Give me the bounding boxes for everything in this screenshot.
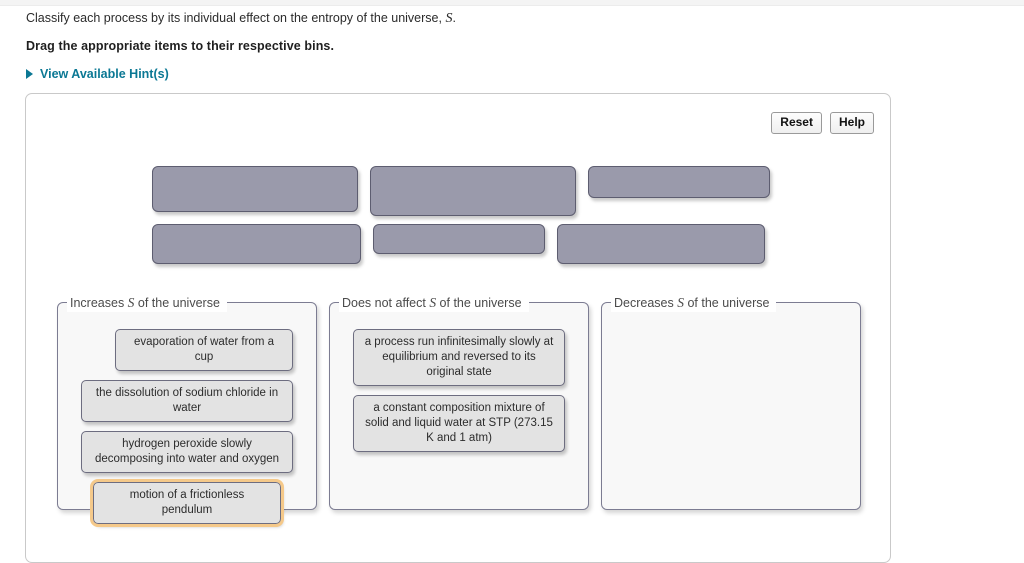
panel-toolbar: Reset Help [771, 112, 874, 134]
drop-bin-1[interactable]: Increases S of the universe evaporation o… [57, 294, 317, 527]
source-row-1 [152, 166, 872, 216]
top-divider-strip [0, 0, 1024, 6]
draggable-item[interactable]: motion of a frictionless pendulum [90, 479, 284, 527]
draggable-item[interactable]: evaporation of water from a cup [115, 329, 293, 371]
bin-label-entropy-symbol: S [677, 295, 684, 310]
drop-bin-3-label: Decreases S of the universe [611, 294, 777, 312]
source-placeholder-1-2[interactable] [370, 166, 576, 216]
drop-bin-1-label: Increases S of the universe [67, 294, 227, 312]
answer-panel: Reset Help Increases S of the universe ev… [25, 93, 891, 563]
source-item-zone [152, 166, 872, 264]
bin-label-suffix: of the universe [134, 296, 220, 310]
source-placeholder-1-3[interactable] [588, 166, 770, 198]
draggable-item[interactable]: the dissolution of sodium chloride in wa… [81, 380, 293, 422]
drop-bin-3[interactable]: Decreases S of the universe [601, 294, 861, 510]
draggable-item[interactable]: a process run infinitesimally slowly at … [353, 329, 565, 386]
draggable-item[interactable]: hydrogen peroxide slowly decomposing int… [81, 431, 293, 473]
draggable-item[interactable]: a constant composition mixture of solid … [353, 395, 565, 452]
source-placeholder-2-1[interactable] [152, 224, 361, 264]
question-text: Classify each process by its individual … [26, 10, 926, 27]
reset-button[interactable]: Reset [771, 112, 822, 134]
help-button[interactable]: Help [829, 112, 874, 134]
drop-bin-2[interactable]: Does not affect S of the universe a proce… [329, 294, 589, 510]
source-placeholder-1-1[interactable] [152, 166, 358, 212]
triangle-right-icon [26, 69, 33, 79]
view-hints-toggle[interactable]: View Available Hint(s) [26, 67, 169, 81]
question-text-prefix: Classify each process by its individual … [26, 11, 446, 25]
drop-bin-2-items: a process run infinitesimally slowly at … [339, 325, 579, 452]
bin-label-prefix: Does not affect [342, 296, 430, 310]
source-placeholder-2-3[interactable] [557, 224, 765, 264]
bin-label-prefix: Decreases [614, 296, 678, 310]
question-prompt-area: Classify each process by its individual … [26, 10, 926, 81]
drop-bin-1-items: evaporation of water from a cup the disso… [67, 325, 307, 527]
drag-instruction-text: Drag the appropriate items to their resp… [26, 39, 335, 53]
source-placeholder-2-2[interactable] [373, 224, 545, 254]
view-hints-label: View Available Hint(s) [40, 67, 169, 81]
question-text-suffix: . [452, 11, 456, 25]
drop-bin-2-label: Does not affect S of the universe [339, 294, 529, 312]
bin-label-suffix: of the universe [683, 296, 770, 310]
source-row-2 [152, 224, 872, 264]
drop-bin-3-items [611, 325, 851, 329]
bin-label-suffix: of the universe [436, 296, 522, 310]
bins-container: Increases S of the universe evaporation o… [57, 294, 861, 527]
bin-label-prefix: Increases [70, 296, 128, 310]
